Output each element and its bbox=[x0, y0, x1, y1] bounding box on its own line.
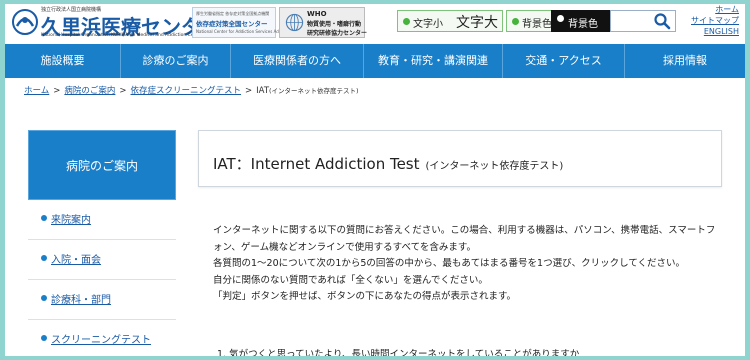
sidebar-item-label[interactable]: スクリーニングテスト bbox=[51, 331, 151, 346]
sidebar-menu: 来院案内 入院・面会 診療科・部門 スクリーニングテスト bbox=[28, 200, 176, 356]
sidebar-item-screening[interactable]: スクリーニングテスト bbox=[28, 320, 176, 356]
font-size-switcher: 文字小 文字大 bbox=[397, 10, 503, 32]
nav-item-medical-guide[interactable]: 診療のご案内 bbox=[121, 44, 231, 78]
who-globe-icon bbox=[285, 13, 304, 32]
sidebar-item-label[interactable]: 入院・面会 bbox=[51, 251, 101, 266]
nav-item-recruit[interactable]: 採用情報 bbox=[625, 44, 745, 78]
sidebar-item-label[interactable]: 診療科・部門 bbox=[51, 291, 111, 306]
breadcrumb-current-title: IAT bbox=[256, 86, 270, 96]
breadcrumb-separator: > bbox=[245, 86, 253, 96]
breadcrumb-current: IAT(インターネット依存度テスト) bbox=[256, 86, 358, 96]
logo-mark-icon bbox=[12, 9, 38, 35]
bullet-icon bbox=[41, 335, 47, 341]
page-frame: 独立行政法人国立病院機構 久里浜医療センター National Hospital… bbox=[5, 4, 745, 356]
nav-item-facility[interactable]: 施設概要 bbox=[5, 44, 121, 78]
bg-black-button[interactable]: 背景色 bbox=[551, 10, 610, 32]
header-links: ホーム サイトマップ ENGLISH bbox=[681, 4, 745, 37]
bullet-icon bbox=[41, 215, 47, 221]
page-title-sub: (インターネット依存度テスト) bbox=[425, 161, 564, 172]
search-icon[interactable] bbox=[653, 12, 671, 30]
bg-color-button[interactable]: 背景色 bbox=[522, 15, 552, 30]
bg-black-label: 背景色 bbox=[568, 19, 598, 30]
font-small-button[interactable]: 文字小 bbox=[413, 15, 443, 30]
breadcrumb-current-note: (インターネット依存度テスト) bbox=[269, 87, 359, 95]
search-box[interactable] bbox=[610, 10, 676, 32]
instruction-paragraph: 「判定」ボタンを押せば、ボタンの下にあなたの得点が表示されます。 bbox=[213, 291, 517, 302]
english-link[interactable]: ENGLISH bbox=[681, 26, 745, 37]
instruction-paragraph: 各質問の1～20について次の1から5の回答の中から、最もあてはまる番号を1つ選び… bbox=[213, 258, 686, 269]
sidebar-heading[interactable]: 病院のご案内 bbox=[28, 130, 176, 200]
bg-black-dot-icon bbox=[557, 15, 564, 22]
breadcrumb-hospital-guide[interactable]: 病院のご案内 bbox=[64, 86, 115, 96]
sidebar-item-departments[interactable]: 診療科・部門 bbox=[28, 280, 176, 320]
instructions: インターネットに関する以下の質問にお答えください。この場合、利用する機器は、パソ… bbox=[213, 223, 723, 306]
background-switcher: 背景色 背景色 bbox=[506, 10, 610, 32]
sidebar-item-visit[interactable]: 来院案内 bbox=[28, 200, 176, 240]
sidebar-item-admission[interactable]: 入院・面会 bbox=[28, 240, 176, 280]
who-line1: 物質使用・嗜癖行動 bbox=[307, 21, 362, 28]
bullet-icon bbox=[41, 255, 47, 261]
who-center-banner[interactable]: WHO 物質使用・嗜癖行動 研究研修協力センター bbox=[279, 7, 368, 38]
breadcrumb-separator: > bbox=[119, 86, 127, 96]
font-small-dot-icon bbox=[403, 18, 410, 25]
global-nav: 施設概要 診療のご案内 医療関係者の方へ 教育・研究・講演関連 交通・アクセス … bbox=[5, 44, 745, 78]
who-label: WHO bbox=[307, 10, 327, 18]
site-header: 独立行政法人国立病院機構 久里浜医療センター National Hospital… bbox=[5, 4, 745, 44]
instruction-paragraph: インターネットに関する以下の質問にお答えください。この場合、利用する機器は、パソ… bbox=[213, 225, 716, 253]
logo-english: National Hospital Organization KURIHAMA … bbox=[41, 33, 203, 38]
home-link[interactable]: ホーム bbox=[681, 4, 745, 15]
breadcrumb: ホーム > 病院のご案内 > 依存症スクリーニングテスト > IAT(インターネット依存度テ… bbox=[5, 82, 745, 100]
page-title-box: IAT：Internet Addiction Test (インターネット依存度テス… bbox=[198, 130, 722, 187]
page-title: IAT：Internet Addiction Test (インターネット依存度テス… bbox=[213, 153, 563, 174]
who-line2: 研究研修協力センター bbox=[307, 30, 368, 37]
nav-item-professionals[interactable]: 医療関係者の方へ bbox=[231, 44, 364, 78]
sitemap-link[interactable]: サイトマップ bbox=[681, 15, 745, 26]
nav-item-education-research[interactable]: 教育・研究・講演関連 bbox=[364, 44, 503, 78]
bullet-icon bbox=[41, 295, 47, 301]
bg-color-dot-icon bbox=[512, 18, 519, 25]
page-title-text: IAT：Internet Addiction Test bbox=[213, 155, 420, 173]
font-large-button[interactable]: 文字大 bbox=[456, 12, 498, 32]
sidebar-item-label[interactable]: 来院案内 bbox=[51, 211, 91, 226]
nav-item-access[interactable]: 交通・アクセス bbox=[503, 44, 625, 78]
breadcrumb-separator: > bbox=[53, 86, 61, 96]
question-1: 1. 気がつくと思っていたより、長い時間インターネットをしていることがありますか bbox=[217, 349, 580, 356]
banner1-main: 依存症対策全国センター bbox=[196, 20, 268, 28]
addiction-center-banner[interactable]: 厚生労働省指定 依存症対策全国拠点機関 依存症対策全国センター National… bbox=[192, 7, 303, 38]
instruction-paragraph: 自分に関係のない質問であれば「全くない」を選んでください。 bbox=[213, 274, 488, 286]
breadcrumb-home[interactable]: ホーム bbox=[24, 86, 49, 96]
banner1-top: 厚生労働省指定 依存症対策全国拠点機関 bbox=[196, 11, 270, 16]
breadcrumb-screening[interactable]: 依存症スクリーニングテスト bbox=[131, 86, 242, 96]
hospital-logo[interactable]: 独立行政法人国立病院機構 久里浜医療センター National Hospital… bbox=[11, 6, 221, 40]
